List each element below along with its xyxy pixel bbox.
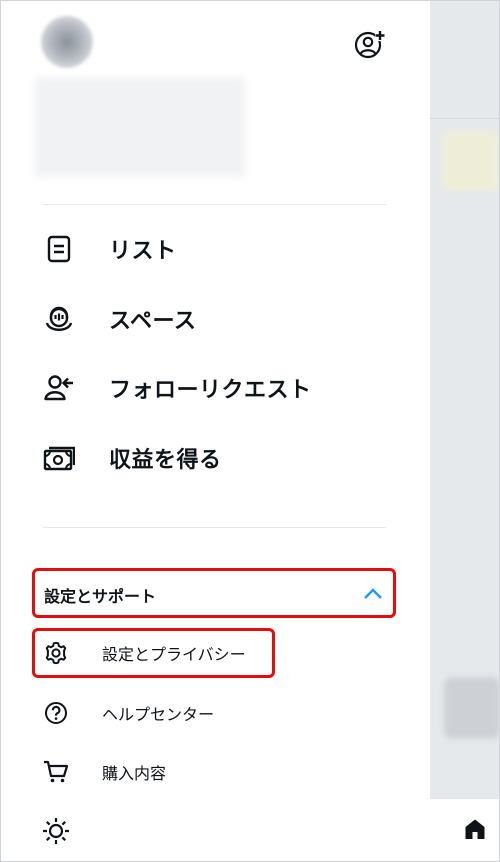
navigation-drawer: リスト スペース フォローリクエスト 収益を得る 設定とサポート 設定とプライバ… <box>1 1 430 861</box>
follow-request-icon <box>41 370 77 406</box>
home-icon[interactable] <box>463 817 487 841</box>
purchases-label: 購入内容 <box>102 764 167 783</box>
add-account-icon[interactable] <box>353 28 385 60</box>
menu-item-monetization[interactable]: 収益を得る <box>41 434 401 482</box>
divider <box>42 204 386 205</box>
menu-item-lists[interactable]: リスト <box>41 225 401 273</box>
settings-privacy-label: 設定とプライバシー <box>102 645 246 664</box>
list-icon <box>41 231 77 267</box>
menu-item-follow-requests[interactable]: フォローリクエスト <box>41 364 401 412</box>
background-timeline <box>430 1 499 861</box>
help-center-item[interactable]: ヘルプセンター <box>41 693 271 733</box>
settings-privacy-item[interactable]: 設定とプライバシー <box>41 633 271 673</box>
help-icon <box>41 698 71 728</box>
timeline-divider <box>430 118 499 119</box>
settings-support-label: 設定とサポート <box>44 587 157 606</box>
chevron-up-icon <box>364 588 382 599</box>
display-toggle[interactable] <box>41 811 81 851</box>
gear-icon <box>41 638 71 668</box>
bottom-tab-bar <box>430 798 499 861</box>
help-center-label: ヘルプセンター <box>102 705 215 724</box>
menu-item-label: 収益を得る <box>109 448 222 473</box>
spaces-icon <box>41 301 77 337</box>
purchases-item[interactable]: 購入内容 <box>41 752 271 792</box>
menu-item-label: フォローリクエスト <box>109 378 312 403</box>
divider <box>42 527 386 528</box>
blurred-content <box>442 131 499 191</box>
settings-support-toggle[interactable]: 設定とサポート <box>32 568 396 618</box>
monetization-icon <box>41 440 77 476</box>
avatar[interactable] <box>41 16 93 68</box>
menu-item-label: リスト <box>109 239 177 264</box>
cart-icon <box>41 757 71 787</box>
app-frame: リスト スペース フォローリクエスト 収益を得る 設定とサポート 設定とプライバ… <box>0 0 500 862</box>
menu-item-spaces[interactable]: スペース <box>41 295 401 343</box>
blurred-content <box>444 677 499 739</box>
brightness-icon <box>41 816 71 846</box>
blurred-account-info <box>35 77 245 177</box>
menu-item-label: スペース <box>109 309 197 334</box>
